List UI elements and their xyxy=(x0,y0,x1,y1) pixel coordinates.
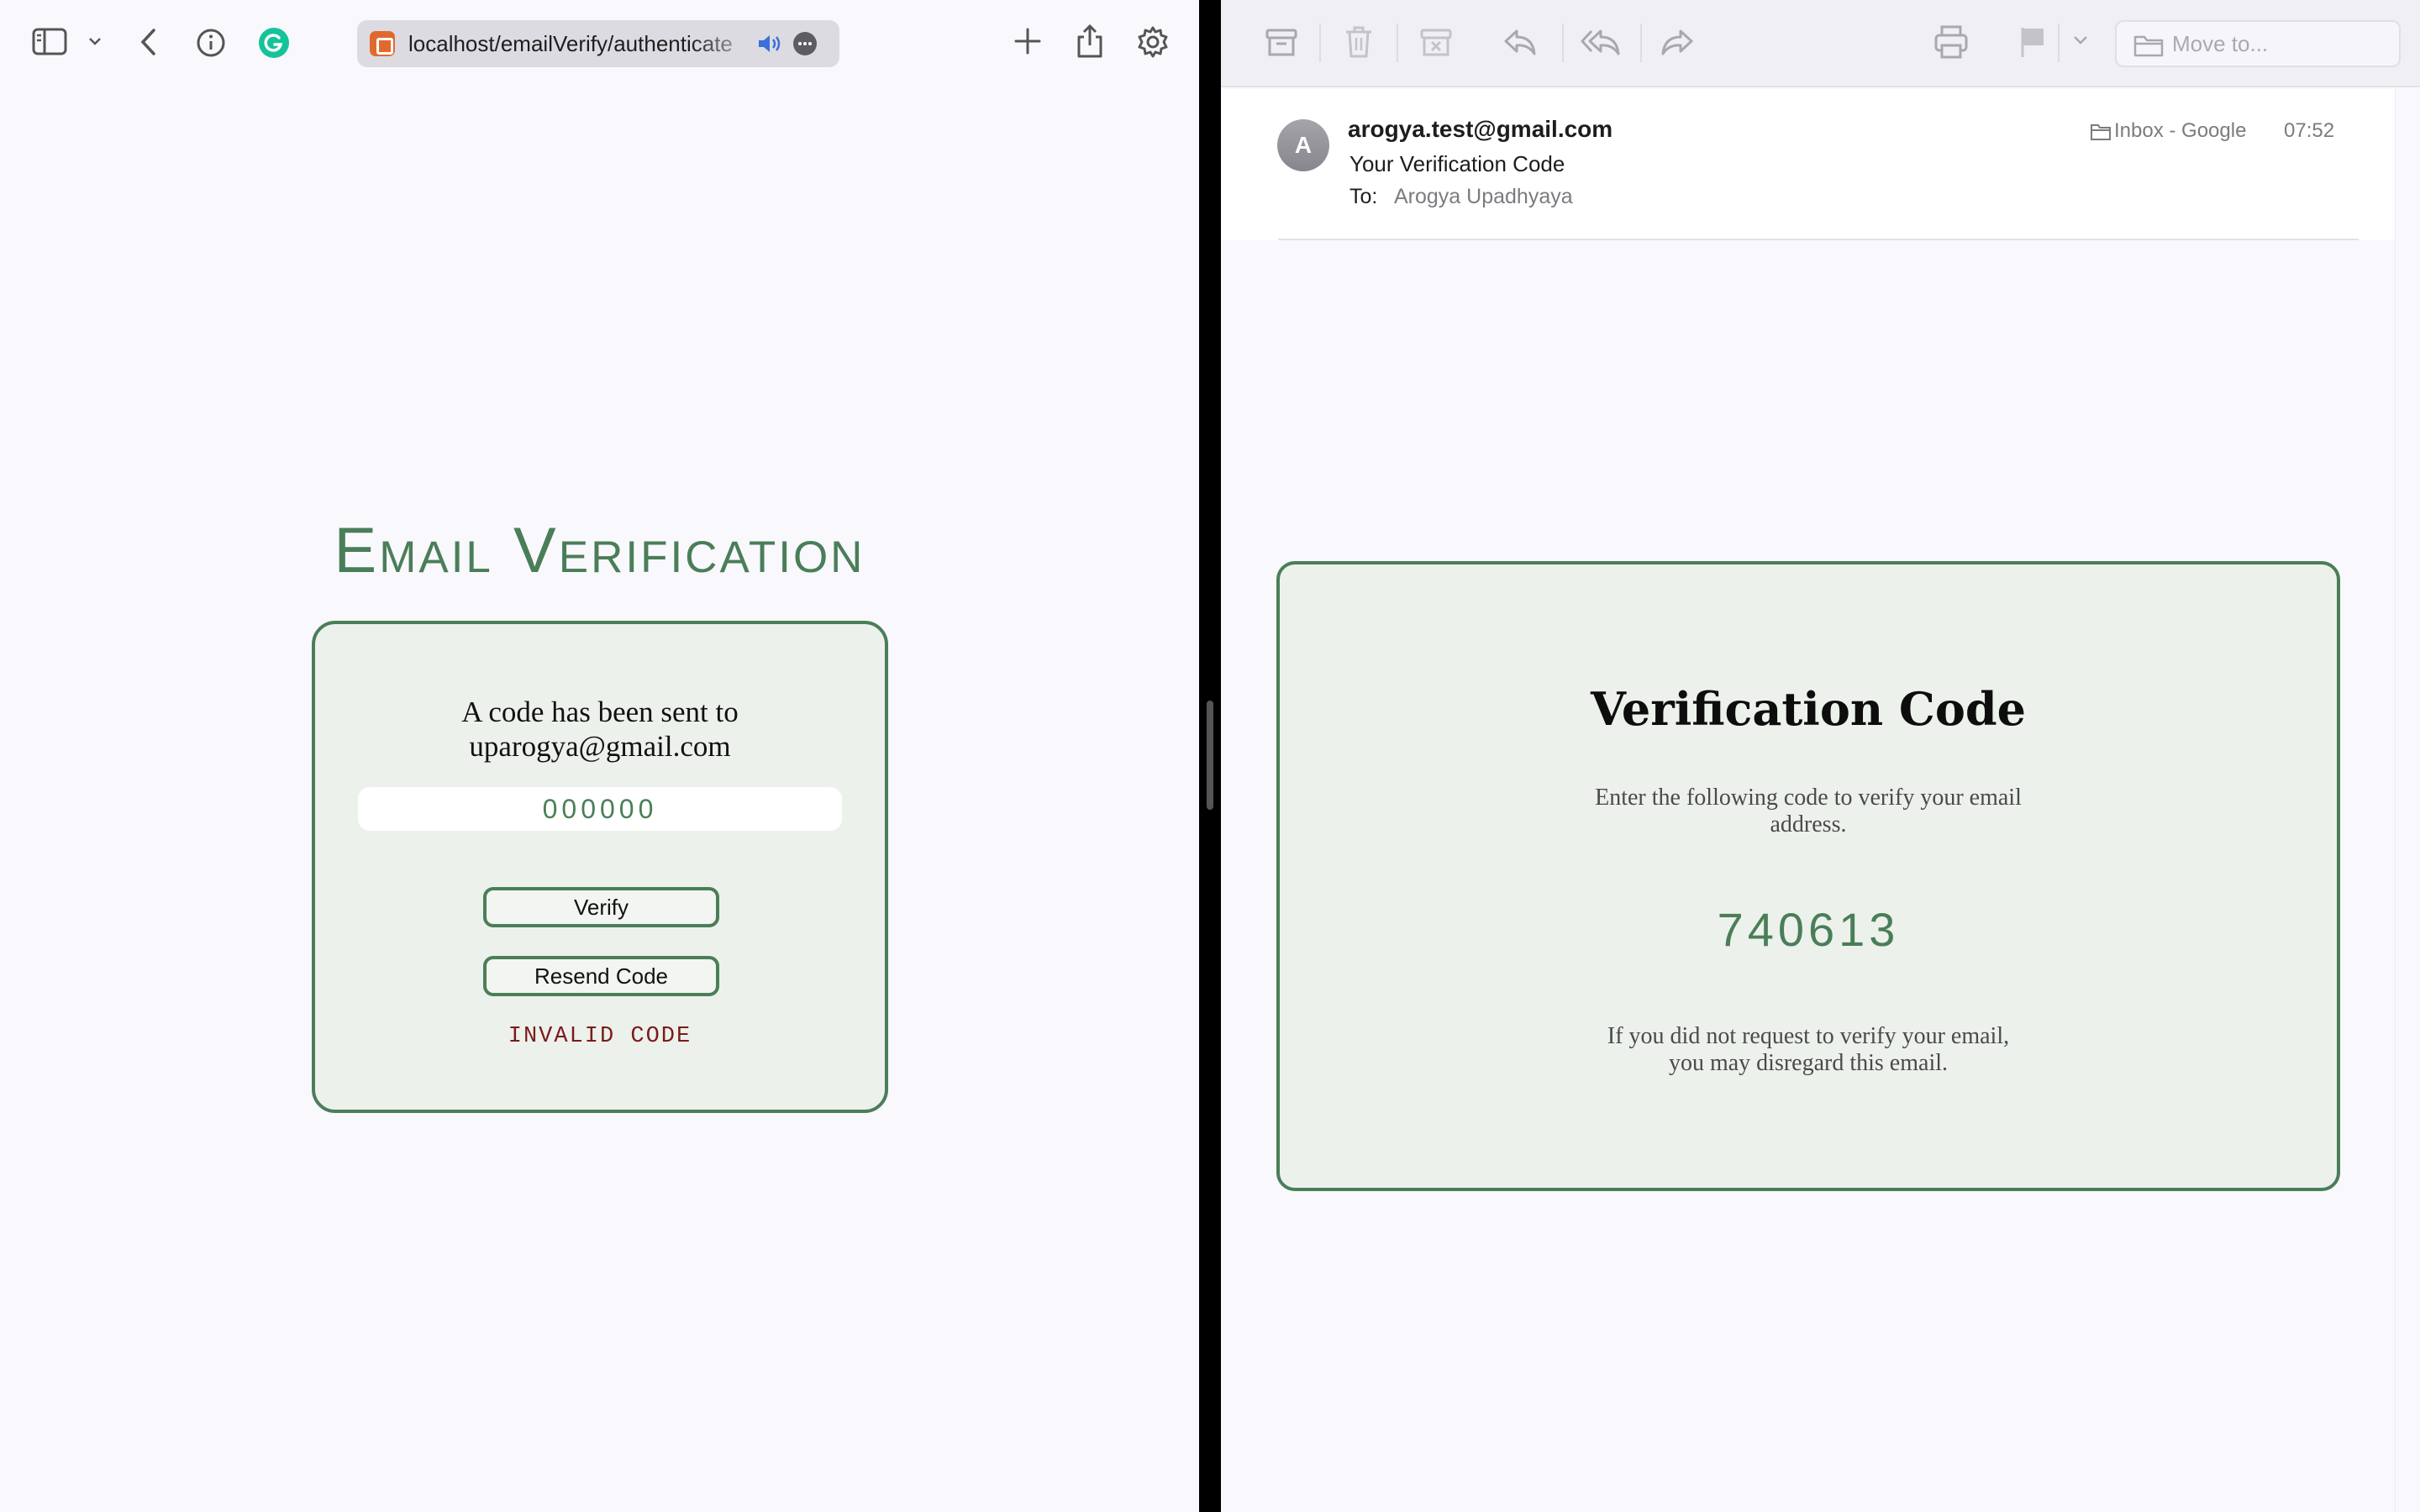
archive-icon[interactable] xyxy=(1265,24,1298,65)
code-input[interactable] xyxy=(358,787,842,831)
header-divider xyxy=(1278,239,2359,240)
message-scrollbar[interactable] xyxy=(2395,89,2420,1512)
disclaimer-line: you may disregard this email. xyxy=(1668,1050,1949,1076)
toolbar-separator xyxy=(1640,24,1642,62)
email-disclaimer: If you did not request to verify your em… xyxy=(1280,1023,2337,1077)
toolbar-separator xyxy=(2058,24,2060,62)
disclaimer-line: If you did not request to verify your em… xyxy=(1607,1023,2010,1049)
info-icon[interactable] xyxy=(195,27,227,59)
mail-window: Move to... A arogya.test@gmail.com Your … xyxy=(1221,0,2420,1512)
page-title: Email Verification xyxy=(334,515,865,586)
instructions-line: address. xyxy=(1770,811,1847,837)
plus-icon[interactable] xyxy=(1013,27,1042,55)
to-label: To: xyxy=(1349,185,1378,208)
audio-icon[interactable] xyxy=(756,32,783,60)
message-time: 07:52 xyxy=(2284,119,2335,142)
message-header: A arogya.test@gmail.com Your Verificatio… xyxy=(1221,89,2420,240)
url-text[interactable]: localhost/emailVerify/authenticate xyxy=(408,20,761,67)
split-view-handle[interactable] xyxy=(1207,701,1213,810)
sender-address[interactable]: arogya.test@gmail.com xyxy=(1348,116,1612,143)
chevron-down-icon[interactable] xyxy=(87,35,103,47)
mailbox-folder-icon xyxy=(2090,123,2112,145)
flag-icon[interactable] xyxy=(2016,24,2049,65)
resend-code-button[interactable]: Resend Code xyxy=(483,956,719,996)
ellipsis-icon[interactable] xyxy=(793,32,817,55)
toolbar-separator xyxy=(1397,24,1398,62)
move-to-label: Move to... xyxy=(2172,31,2269,56)
email-instructions: Enter the following code to verify your … xyxy=(1280,785,2337,838)
code-sent-message: A code has been sent to uparogya@gmail.c… xyxy=(315,695,885,764)
code-sent-line: A code has been sent to xyxy=(461,696,739,728)
verification-code: 740613 xyxy=(1717,903,1900,956)
sidebar-icon[interactable] xyxy=(32,27,69,57)
verification-code-card: Verification Code Enter the following co… xyxy=(1276,561,2340,1191)
verify-button[interactable]: Verify xyxy=(483,887,719,927)
address-bar[interactable]: localhost/emailVerify/authenticate xyxy=(357,20,839,67)
mail-toolbar: Move to... xyxy=(1221,0,2420,87)
gear-icon[interactable] xyxy=(1136,25,1170,59)
chevron-down-icon[interactable] xyxy=(2072,34,2089,51)
favicon xyxy=(370,31,395,56)
error-message: INVALID CODE xyxy=(508,1024,692,1049)
forward-icon[interactable] xyxy=(1659,24,1696,65)
junk-icon[interactable] xyxy=(1419,24,1453,65)
print-icon[interactable] xyxy=(1933,24,1970,65)
email-body-title: Verification Code xyxy=(1590,682,2027,736)
message-subject: Your Verification Code xyxy=(1349,151,1565,176)
move-to-button[interactable]: Move to... xyxy=(2115,20,2401,67)
toolbar-separator xyxy=(1562,24,1564,62)
verification-card: A code has been sent to uparogya@gmail.c… xyxy=(312,621,888,1113)
avatar: A xyxy=(1277,119,1329,171)
mailbox-name: Inbox - Google xyxy=(2114,119,2247,142)
recipient-name[interactable]: Arogya Upadhyaya xyxy=(1394,185,1573,209)
browser-window: localhost/emailVerify/authenticate Email… xyxy=(0,0,1199,1512)
reply-all-icon[interactable] xyxy=(1581,24,1623,65)
share-icon[interactable] xyxy=(1076,24,1104,59)
toolbar-separator xyxy=(1319,24,1321,62)
grammarly-icon[interactable] xyxy=(258,27,290,59)
folder-icon xyxy=(2133,34,2164,61)
recipient-email: uparogya@gmail.com xyxy=(469,730,731,763)
reply-icon[interactable] xyxy=(1502,24,1539,65)
trash-icon[interactable] xyxy=(1342,24,1376,65)
back-icon[interactable] xyxy=(136,27,161,57)
instructions-line: Enter the following code to verify your … xyxy=(1595,785,2022,811)
